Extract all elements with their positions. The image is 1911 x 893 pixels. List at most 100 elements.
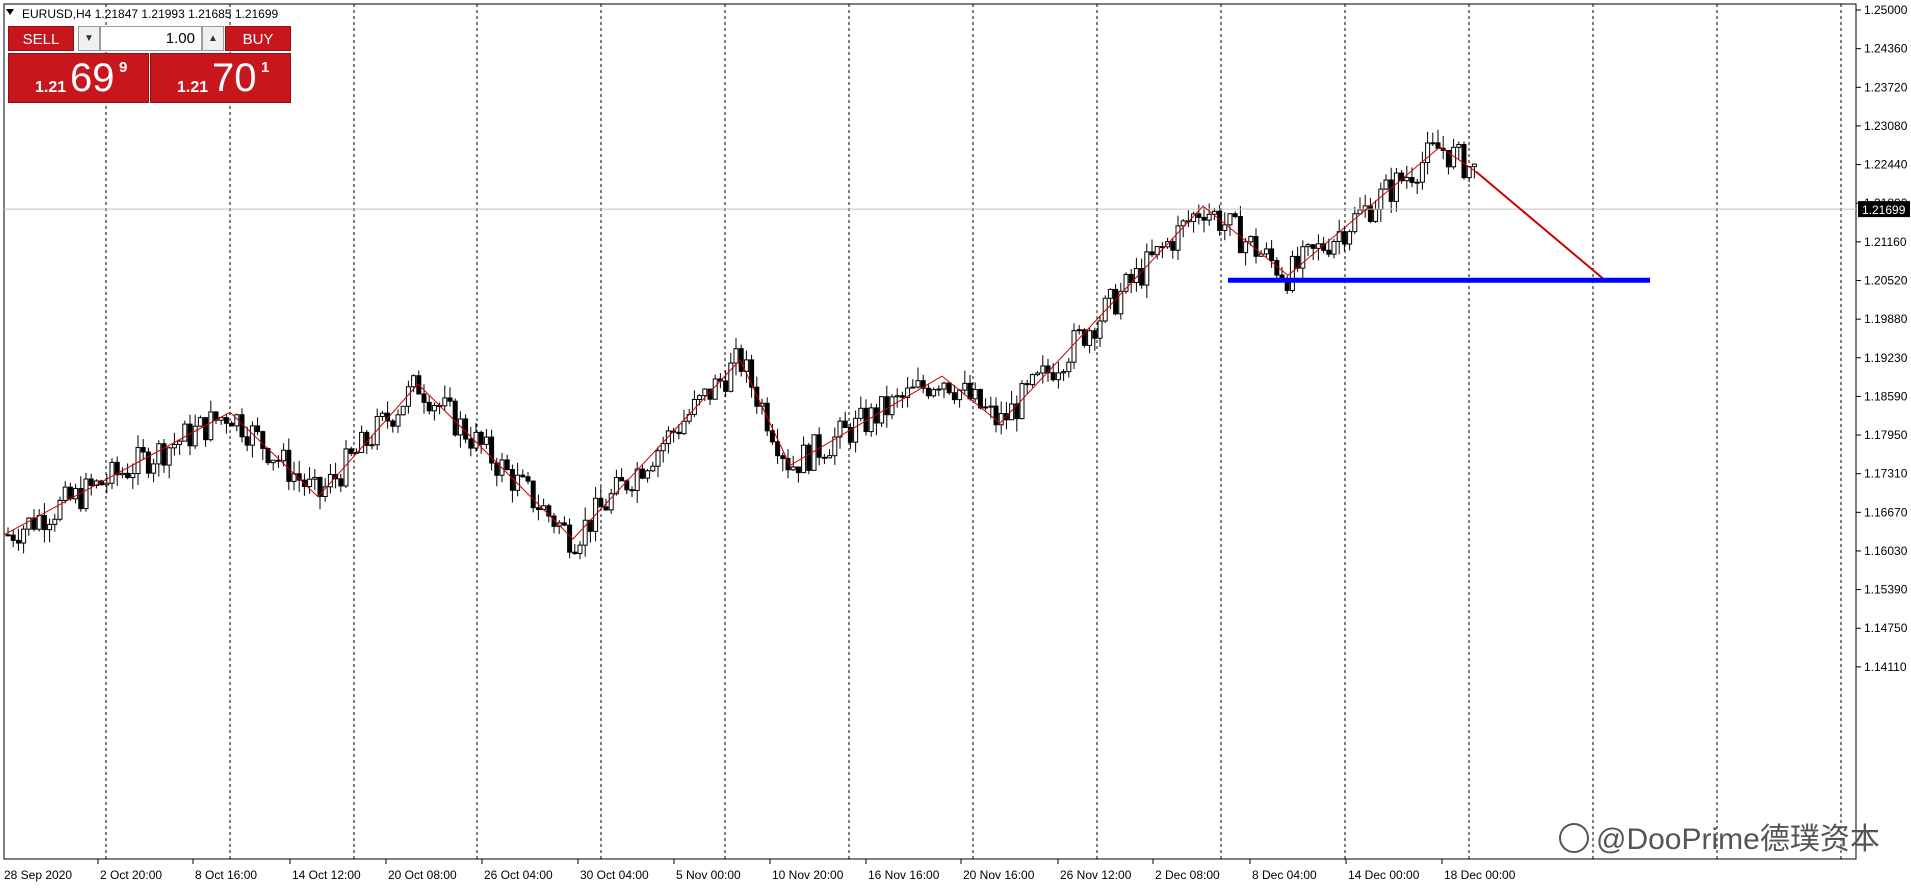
- bear-candle: [967, 382, 973, 400]
- bear-candle: [603, 506, 609, 511]
- bull-candle: [1315, 243, 1321, 249]
- bear-candle: [899, 395, 905, 398]
- bear-candle: [676, 431, 682, 435]
- bull-candle: [1097, 320, 1103, 339]
- y-axis-tick-label: 1.15390: [1864, 583, 1908, 597]
- bull-candle: [577, 544, 583, 555]
- y-axis-tick-label: 1.23080: [1864, 119, 1908, 133]
- bear-candle: [1092, 330, 1098, 339]
- bull-candle: [1471, 163, 1477, 168]
- bear-candle: [140, 447, 146, 453]
- sell-button[interactable]: SELL: [8, 26, 74, 51]
- bear-candle: [1149, 251, 1155, 256]
- bull-candle: [1071, 330, 1077, 363]
- bull-candle: [801, 444, 807, 474]
- bull-candle: [962, 382, 968, 391]
- collapse-triangle-icon: [6, 9, 14, 15]
- bull-candle: [369, 444, 375, 447]
- bull-candle: [171, 443, 177, 449]
- bull-candle: [1222, 224, 1228, 231]
- x-axis-tick-label: 26 Oct 04:00: [484, 868, 553, 882]
- bull-candle: [868, 407, 874, 433]
- bear-candle: [447, 397, 453, 402]
- y-axis-tick-label: 1.23720: [1864, 80, 1908, 94]
- bear-candle: [421, 393, 427, 403]
- bull-candle: [1243, 241, 1249, 254]
- bull-candle: [307, 478, 313, 488]
- bull-candle: [853, 417, 859, 443]
- lot-increase-button[interactable]: ▲: [202, 26, 224, 51]
- bear-candle: [390, 420, 396, 427]
- lot-decrease-button[interactable]: ▼: [78, 26, 100, 51]
- buy-button[interactable]: BUY: [225, 26, 291, 51]
- bull-candle: [1263, 248, 1269, 255]
- bull-candle: [1331, 240, 1337, 255]
- y-axis-tick-label: 1.20520: [1864, 273, 1908, 287]
- bull-candle: [197, 417, 203, 427]
- bear-candle: [286, 449, 292, 482]
- current-price-label: 1.21699: [1862, 203, 1906, 217]
- bull-candle: [1206, 213, 1212, 221]
- bull-candle: [483, 436, 489, 445]
- bear-candle: [5, 534, 11, 537]
- bear-candle: [244, 436, 250, 446]
- bear-candle: [525, 476, 531, 482]
- bear-candle: [1461, 143, 1467, 179]
- bull-candle: [119, 472, 125, 476]
- bull-candle: [837, 420, 843, 438]
- lot-size-input[interactable]: [100, 26, 202, 51]
- bull-candle: [941, 382, 947, 390]
- bear-candle: [478, 431, 484, 445]
- bull-candle: [177, 440, 183, 445]
- bull-candle: [936, 388, 942, 391]
- bull-candle: [645, 470, 651, 479]
- bear-candle: [348, 448, 354, 454]
- y-axis-tick-label: 1.14750: [1864, 621, 1908, 635]
- sell-price-main: 69: [70, 56, 115, 100]
- bear-candle: [619, 477, 625, 482]
- bull-candle: [827, 455, 833, 459]
- x-axis-tick-label: 20 Oct 08:00: [388, 868, 457, 882]
- bull-candle: [1227, 213, 1233, 226]
- y-axis-tick-label: 1.18590: [1864, 389, 1908, 403]
- buy-price-main: 70: [212, 56, 257, 100]
- bear-candle: [535, 507, 541, 510]
- bear-candle: [1409, 176, 1415, 184]
- y-axis-tick-label: 1.25000: [1864, 3, 1908, 17]
- bear-candle: [255, 425, 261, 433]
- bear-candle: [567, 524, 573, 553]
- x-axis-tick-label: 28 Sep 2020: [4, 868, 72, 882]
- x-axis-tick-label: 2 Oct 20:00: [100, 868, 162, 882]
- bear-candle: [530, 480, 536, 509]
- bull-candle: [156, 443, 162, 465]
- bear-candle: [88, 478, 94, 486]
- watermark-text: @DooPrime德璞资本: [1596, 823, 1880, 856]
- x-axis-tick-label: 14 Oct 12:00: [292, 868, 361, 882]
- bear-candle: [754, 386, 760, 407]
- x-axis-tick-label: 18 Dec 00:00: [1444, 868, 1516, 882]
- sell-price-pip: 9: [119, 59, 128, 76]
- bull-candle: [135, 447, 141, 475]
- x-axis-tick-label: 30 Oct 04:00: [580, 868, 649, 882]
- bear-candle: [1310, 244, 1316, 249]
- price-chart[interactable]: 28 Sep 2020 2 Oct 20:00 8 Oct 16:00 14 Oct …: [0, 0, 1911, 888]
- bull-candle: [1456, 143, 1462, 148]
- bear-candle: [1269, 248, 1275, 262]
- bull-candle: [83, 478, 89, 510]
- bear-candle: [1170, 241, 1176, 251]
- bull-candle: [151, 463, 157, 474]
- bull-candle: [1305, 244, 1311, 248]
- bull-candle: [915, 380, 921, 388]
- bear-candle: [769, 430, 775, 443]
- buy-price-box[interactable]: 1.21 70 1: [150, 53, 291, 103]
- x-axis-tick-label: 2 Dec 08:00: [1155, 868, 1220, 882]
- bull-candle: [400, 405, 406, 416]
- bull-candle: [1404, 176, 1410, 182]
- chart-area[interactable]: 28 Sep 2020 2 Oct 20:00 8 Oct 16:00 14 Oct …: [0, 0, 1911, 888]
- bear-candle: [1326, 249, 1332, 255]
- bear-candle: [10, 534, 16, 541]
- sell-price-box[interactable]: 1.21 69 9: [8, 53, 149, 103]
- bear-candle: [977, 388, 983, 409]
- bear-candle: [1050, 372, 1056, 381]
- bull-candle: [1175, 225, 1181, 251]
